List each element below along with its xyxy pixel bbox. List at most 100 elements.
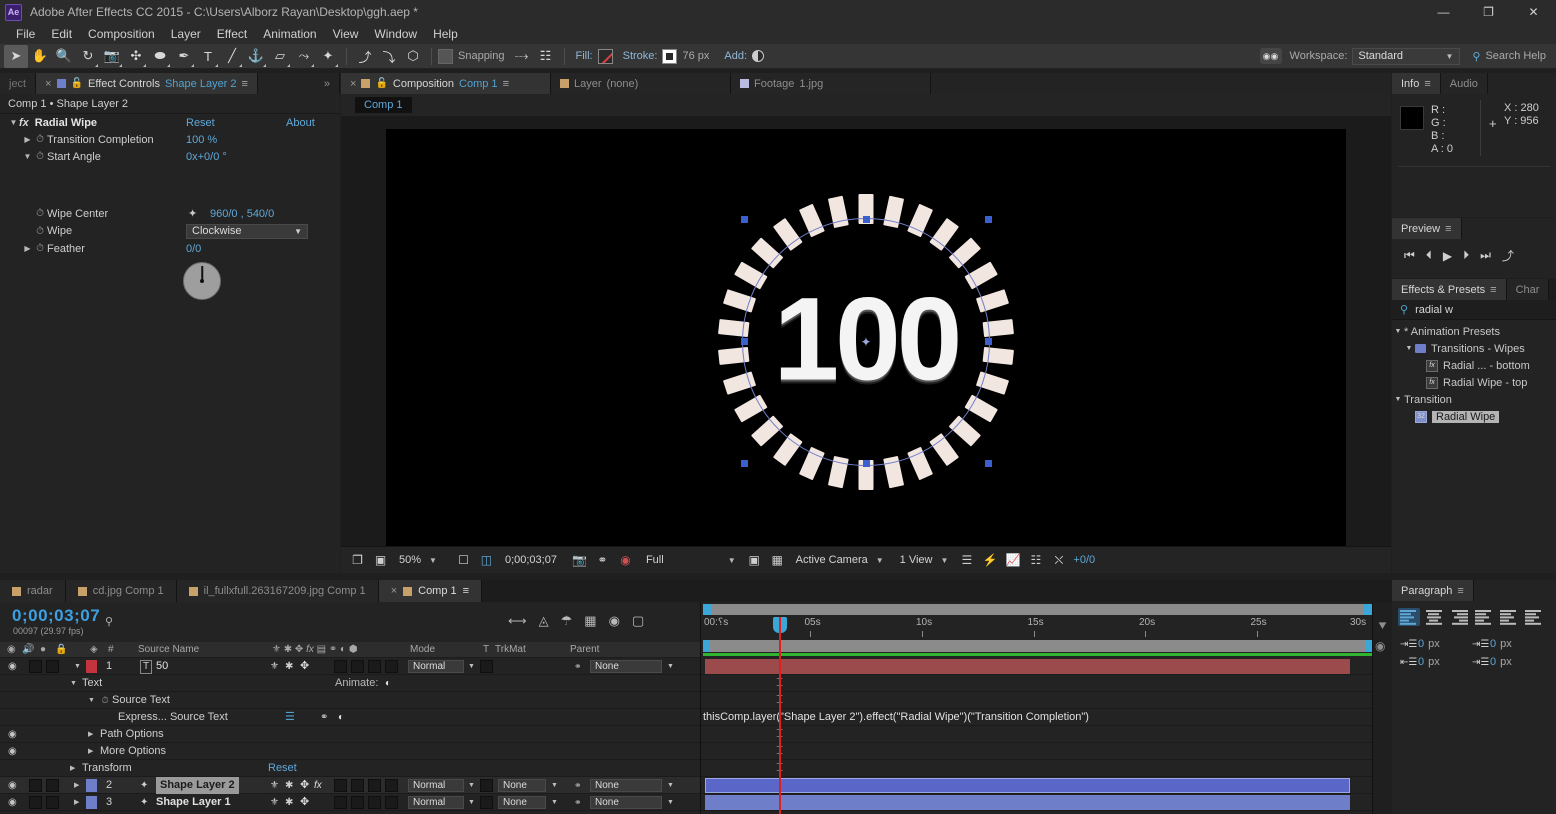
menu-window[interactable]: Window	[366, 24, 425, 44]
timeline-graph-icon[interactable]: 📈	[1004, 553, 1021, 567]
eraser-tool[interactable]: ▱	[268, 45, 292, 68]
snapshot-icon[interactable]: 📷	[571, 553, 588, 567]
chevron-down-icon[interactable]: ▼	[551, 794, 558, 811]
space-after-field[interactable]: ⇥☰ 0 px	[1472, 656, 1544, 668]
minimize-button[interactable]: —	[1421, 0, 1466, 24]
selection-handle[interactable]	[984, 216, 992, 223]
adjustment-toggle[interactable]	[368, 660, 381, 673]
panel-menu-icon[interactable]: ≡	[1457, 585, 1463, 597]
lock-icon[interactable]: 🔓	[71, 78, 83, 89]
blend-mode-dropdown[interactable]: Normal	[408, 796, 464, 809]
layer-audio-toggle[interactable]	[29, 779, 42, 792]
track-matte-dropdown[interactable]: None	[498, 796, 546, 809]
disclosure-triangle-icon[interactable]: ▶	[74, 777, 79, 794]
renderer-icon[interactable]: ☷	[1027, 553, 1044, 567]
timeline-track-row[interactable]: ⌶	[701, 743, 1372, 760]
layer-visibility-icon[interactable]: ◉	[8, 658, 17, 675]
comp-breadcrumb-chip[interactable]: Comp 1	[355, 97, 412, 113]
layer-solo-toggle[interactable]	[46, 779, 59, 792]
property-wipe-center[interactable]: ⏱ Wipe Center ✦ 960/0 , 540/0	[0, 205, 340, 222]
selection-handle[interactable]	[984, 338, 992, 345]
go-to-end-icon[interactable]: ⏭	[1480, 248, 1491, 263]
layer-audio-toggle[interactable]	[29, 796, 42, 809]
selection-handle[interactable]	[984, 460, 992, 467]
project-tab[interactable]: ject	[0, 73, 37, 94]
add-icon[interactable]	[752, 50, 765, 62]
timeline-track-row[interactable]: ⌶	[701, 675, 1372, 692]
maximize-button[interactable]: ❐	[1466, 0, 1511, 24]
hide-shy-layers-icon[interactable]: ☂	[561, 613, 573, 629]
layer-audio-toggle[interactable]	[29, 660, 42, 673]
property-value[interactable]: 0x+0/0 °	[186, 151, 227, 163]
composition-viewer[interactable]: 100 ✦	[341, 129, 1391, 554]
track-matte-dropdown[interactable]: None	[498, 779, 546, 792]
search-help-box[interactable]: ⚲ Search Help	[1472, 50, 1546, 63]
motion-blur-toggle[interactable]	[351, 779, 364, 792]
effects-tree-item[interactable]: ▼ Transitions - Wipes	[1392, 340, 1556, 357]
effect-reset-link[interactable]: Reset	[186, 117, 215, 129]
adjustment-toggle[interactable]	[368, 779, 381, 792]
shy-icon[interactable]: ⚜	[270, 794, 279, 811]
view-axis-mode-icon[interactable]: ⬡	[401, 45, 425, 68]
menu-effect[interactable]: Effect	[209, 24, 255, 44]
property-wipe[interactable]: ⏱ Wipe Clockwise ▼	[0, 222, 340, 240]
col-t[interactable]: T	[483, 644, 489, 655]
views-value[interactable]: 1 View	[900, 554, 933, 566]
clone-stamp-tool[interactable]: ⚓	[244, 45, 268, 68]
world-axis-mode-icon[interactable]: ⤵	[377, 45, 401, 68]
layer-duration-bar[interactable]	[705, 659, 1350, 674]
close-icon[interactable]: ×	[45, 78, 51, 90]
selection-tool[interactable]: ➤	[4, 44, 28, 68]
chevron-down-icon[interactable]: ▼	[667, 658, 674, 675]
panel-menu-icon[interactable]: ≡	[503, 78, 509, 90]
timeline-track-row[interactable]: ⌶	[701, 726, 1372, 743]
frame-blend-toggle[interactable]	[334, 660, 347, 673]
close-button[interactable]: ✕	[1511, 0, 1556, 24]
layer-name[interactable]: 50	[156, 658, 168, 675]
adjustment-toggle[interactable]	[368, 796, 381, 809]
chevron-down-icon[interactable]: ▼	[941, 556, 949, 565]
effect-header-radial-wipe[interactable]: fx Radial Wipe Reset About	[0, 114, 340, 131]
tab-footage[interactable]: Footage 1.jpg	[731, 73, 931, 94]
layer-duration-bar[interactable]	[705, 795, 1350, 810]
property-value[interactable]: 100 %	[186, 134, 217, 146]
timeline-tab[interactable]: × Comp 1 ≡	[378, 580, 483, 602]
three-d-toggle[interactable]	[385, 796, 398, 809]
chevron-down-icon[interactable]: ▼	[429, 556, 437, 565]
layer-label-color[interactable]	[86, 779, 97, 792]
parent-dropdown[interactable]: None	[590, 796, 662, 809]
effects-toggle-icon[interactable]: ✥	[300, 658, 309, 675]
parent-dropdown[interactable]: None	[590, 660, 662, 673]
parent-pickwhip-icon[interactable]: ⚭	[574, 794, 582, 811]
step-forward-icon[interactable]: ⏵	[1463, 248, 1469, 263]
start-angle-dial[interactable]	[183, 262, 221, 300]
tab-character[interactable]: Char	[1506, 279, 1550, 300]
show-snapshot-icon[interactable]: ⚭	[594, 553, 611, 567]
motion-blur-toggle[interactable]	[351, 796, 364, 809]
snapping-checkbox[interactable]	[438, 48, 453, 64]
align-right-button[interactable]	[1448, 608, 1470, 626]
camera-tool[interactable]: 📷	[100, 45, 124, 68]
tab-preview[interactable]: Preview ≡	[1392, 218, 1462, 239]
layer-visibility-icon[interactable]: ◉	[8, 777, 17, 794]
timeline-track-row[interactable]	[701, 658, 1372, 675]
frame-blend-toggle[interactable]	[334, 779, 347, 792]
local-axis-mode-icon[interactable]: ⤴	[353, 45, 377, 68]
col-mode[interactable]: Mode	[410, 644, 435, 655]
timeline-tab[interactable]: radar	[0, 580, 66, 602]
expression-text[interactable]: thisComp.layer("Shape Layer 2").effect("…	[703, 711, 1089, 723]
layer-solo-toggle[interactable]	[46, 796, 59, 809]
chevron-down-icon[interactable]: ▼	[468, 658, 475, 675]
zoom-value[interactable]: 50%	[399, 554, 421, 566]
blend-mode-dropdown[interactable]: Normal	[408, 660, 464, 673]
space-before-field[interactable]: ⇥☰ 0 px	[1472, 638, 1544, 650]
selection-handle[interactable]	[740, 338, 748, 345]
region-interest-icon[interactable]: ▣	[746, 553, 763, 567]
shape-tool[interactable]: ⬬	[148, 45, 172, 68]
grid-guides-icon[interactable]: ◫	[478, 553, 495, 567]
timeline-property-row[interactable]: ▼ Text Animate: ◐	[0, 675, 700, 692]
timeline-tab[interactable]: il_fullxfull.263167209.jpg Comp 1	[176, 580, 379, 602]
snap-bounds-icon[interactable]: ☷	[534, 45, 558, 68]
layer-solo-toggle[interactable]	[46, 660, 59, 673]
frame-blending-icon[interactable]: ▦	[584, 613, 596, 629]
